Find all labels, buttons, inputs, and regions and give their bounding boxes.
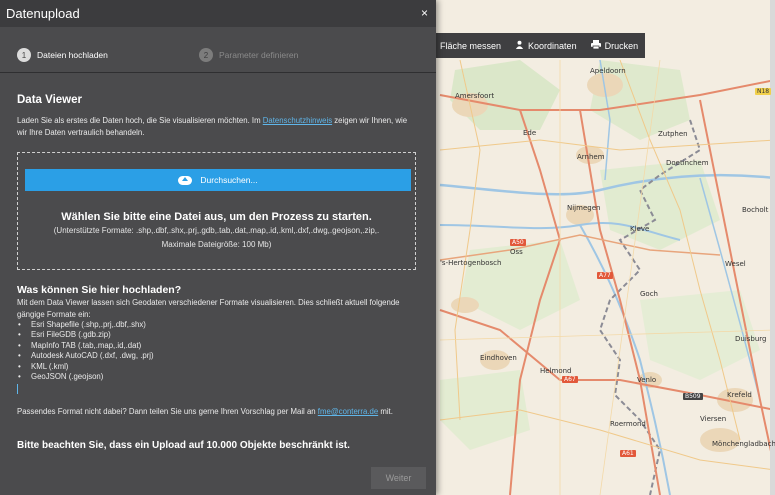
person-pin-icon xyxy=(515,40,524,51)
upload-limit-notice: Bitte beachten Sie, dass ein Upload auf … xyxy=(17,440,350,451)
dropzone-formats: (Unterstützte Formate: .shp,.dbf,.shx,.p… xyxy=(53,226,380,235)
map-city-label: Kleve xyxy=(630,225,650,233)
print-label: Drucken xyxy=(604,40,639,51)
dropzone-title: Wählen Sie bitte eine Datei aus, um den … xyxy=(61,211,372,223)
map-city-label: Wesel xyxy=(725,260,746,268)
road-badge: A61 xyxy=(620,450,636,457)
measure-area-button[interactable]: Fläche messen xyxy=(440,41,501,51)
map-city-label: Roermond xyxy=(610,420,646,428)
step-label: Dateien hochladen xyxy=(37,50,108,60)
map-city-label: 's-Hertogenbosch xyxy=(440,259,502,267)
suggest-text-part: mit. xyxy=(378,407,393,416)
map-city-label: Ede xyxy=(523,129,537,137)
upload-dialog: Datenupload × 1 Dateien hochladen 2 Para… xyxy=(0,0,436,495)
map-city-label: Helmond xyxy=(540,367,572,375)
step-number: 1 xyxy=(17,48,31,62)
list-item: Esri FileGDB (.gdb.zip) xyxy=(17,330,419,341)
map-city-label: Bocholt xyxy=(742,206,769,214)
map-toolbar: Fläche messen Koordinaten Drucken xyxy=(434,33,645,58)
measure-area-label: Fläche messen xyxy=(440,40,502,51)
coordinates-label: Koordinaten xyxy=(528,40,577,51)
map-city-label: Goch xyxy=(640,290,658,298)
dialog-title: Datenupload xyxy=(6,6,80,21)
browse-label: Durchsuchen... xyxy=(200,175,258,185)
formats-heading: Was können Sie hier hochladen? xyxy=(17,284,182,296)
map-city-label: Krefeld xyxy=(727,391,752,399)
road-badge: A77 xyxy=(597,272,613,279)
map-city-label: Zutphen xyxy=(658,130,688,138)
step-upload-files[interactable]: 1 Dateien hochladen xyxy=(17,48,108,62)
step-label: Parameter definieren xyxy=(219,50,299,60)
list-item: MapInfo TAB (.tab,.map,.id,.dat) xyxy=(17,341,419,352)
email-link[interactable]: fme@conterra.de xyxy=(318,407,378,416)
map-city-label: Oss xyxy=(510,248,523,256)
suggest-text-part: Passendes Format nicht dabei? Dann teile… xyxy=(17,407,318,416)
road-badge: A67 xyxy=(562,376,578,383)
cloud-upload-icon xyxy=(178,175,193,185)
printer-icon xyxy=(590,40,601,51)
road-badge: N18 xyxy=(755,88,772,95)
formats-list: Esri Shapefile (.shp,.prj,.dbf,.shx) Esr… xyxy=(17,320,419,383)
formats-description: Mit dem Data Viewer lassen sich Geodaten… xyxy=(17,298,400,319)
map-city-label: Mönchengladbach xyxy=(712,440,775,448)
intro-text-part: Laden Sie als erstes die Daten hoch, die… xyxy=(17,116,263,125)
map-city-label: Venlo xyxy=(637,376,657,384)
file-dropzone[interactable]: Durchsuchen... Wählen Sie bitte eine Dat… xyxy=(17,152,416,270)
list-item: KML (.kml) xyxy=(17,362,419,373)
list-item: Autodesk AutoCAD (.dxf, .dwg, .prj) xyxy=(17,351,419,362)
list-item: Esri Shapefile (.shp,.prj,.dbf,.shx) xyxy=(17,320,419,331)
list-item: GeoJSON (.geojson) xyxy=(17,372,419,383)
map-city-label: Nijmegen xyxy=(567,204,601,212)
map-city-label: Apeldoorn xyxy=(590,67,626,75)
map-city-label: Doetinchem xyxy=(666,159,709,167)
text-caret xyxy=(17,384,18,395)
step-number: 2 xyxy=(199,48,213,62)
map-city-label: Amersfoort xyxy=(455,92,495,100)
step-indicator: 1 Dateien hochladen 2 Parameter definier… xyxy=(0,41,436,71)
section-heading: Data Viewer xyxy=(17,94,82,106)
step-divider xyxy=(0,72,436,73)
next-button[interactable]: Weiter xyxy=(371,467,426,489)
dropzone-max-size: Maximale Dateigröße: 100 Mb) xyxy=(161,240,272,249)
browse-button[interactable]: Durchsuchen... xyxy=(25,169,411,191)
intro-text: Laden Sie als erstes die Daten hoch, die… xyxy=(17,115,419,138)
intro-section: Data Viewer Laden Sie als erstes die Dat… xyxy=(17,94,419,138)
road-badge: A50 xyxy=(510,239,526,246)
formats-section: Was können Sie hier hochladen? Mit dem D… xyxy=(17,284,419,395)
dialog-title-bar[interactable]: Datenupload × xyxy=(0,0,436,27)
coordinates-button[interactable]: Koordinaten xyxy=(515,40,577,51)
map-city-label: Viersen xyxy=(700,415,727,423)
road-badge: B509 xyxy=(683,393,703,400)
print-button[interactable]: Drucken xyxy=(590,40,639,51)
privacy-link[interactable]: Datenschutzhinweis xyxy=(263,116,332,125)
map-city-label: Arnhem xyxy=(577,153,605,161)
close-icon[interactable]: × xyxy=(421,6,428,20)
map-city-label: Duisburg xyxy=(735,335,767,343)
suggest-text: Passendes Format nicht dabei? Dann teile… xyxy=(17,406,419,418)
step-define-parameters[interactable]: 2 Parameter definieren xyxy=(199,48,298,62)
map-city-label: Eindhoven xyxy=(480,354,517,362)
